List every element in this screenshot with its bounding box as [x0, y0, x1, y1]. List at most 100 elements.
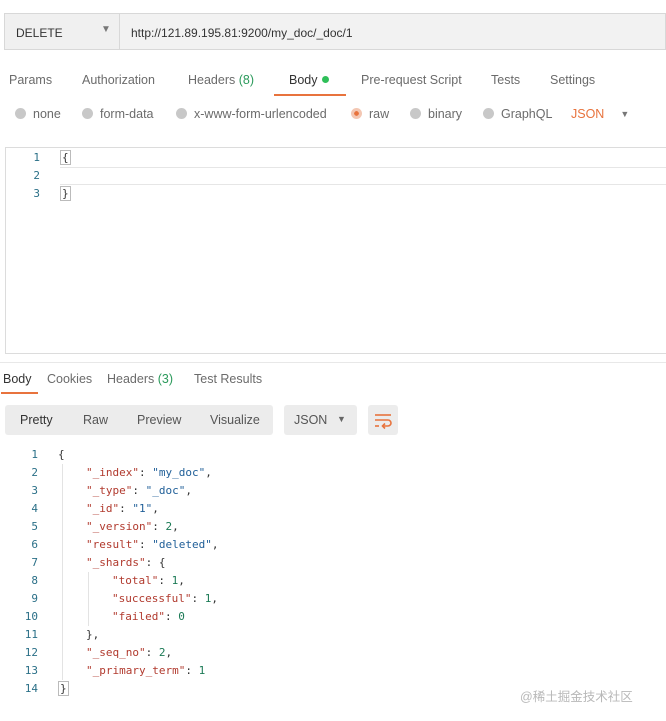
- radio-raw[interactable]: raw: [351, 107, 389, 121]
- body-indicator-dot: [321, 76, 329, 83]
- request-bar: DELETE ▼ http://121.89.195.81:9200/my_do…: [4, 13, 666, 52]
- view-pretty-button[interactable]: Pretty: [20, 413, 53, 427]
- radio-circle-icon: [483, 108, 494, 119]
- radio-graphql[interactable]: GraphQL: [483, 107, 552, 121]
- radio-label: x-www-form-urlencoded: [194, 107, 327, 121]
- json-line: "successful": 1,: [112, 592, 218, 605]
- code-line: }: [60, 186, 71, 201]
- line-number: 11: [24, 628, 38, 641]
- response-body-viewer: 1 2 3 4 5 6 7 8 9 10 11 12 13 14 { "_ind…: [0, 446, 666, 706]
- chevron-down-icon: ▼: [620, 109, 630, 119]
- radio-circle-icon: [176, 108, 187, 119]
- close-brace: }: [58, 681, 69, 696]
- headers-count: (8): [238, 73, 255, 87]
- line-number: 13: [24, 664, 38, 677]
- json-line: "_index": "my_doc",: [86, 466, 212, 479]
- wrap-lines-button[interactable]: [368, 405, 398, 435]
- tab-label: Pre-request Script: [361, 73, 462, 87]
- radio-label: form-data: [100, 107, 154, 121]
- line-number: 4: [31, 502, 38, 515]
- body-format-label: JSON: [571, 107, 605, 121]
- tab-label: Authorization: [82, 73, 155, 87]
- tab-label: Body: [289, 73, 318, 87]
- radio-none[interactable]: none: [15, 107, 61, 121]
- current-line-highlight: [60, 167, 666, 185]
- active-response-tab-underline: [1, 392, 38, 394]
- line-number: 10: [24, 610, 38, 623]
- line-number: 12: [24, 646, 38, 659]
- view-visualize-button[interactable]: Visualize: [210, 413, 260, 427]
- line-number: 1: [31, 448, 38, 461]
- radio-x-www-form-urlencoded[interactable]: x-www-form-urlencoded: [176, 107, 327, 121]
- tab-label: Settings: [550, 73, 596, 87]
- url-input[interactable]: http://121.89.195.81:9200/my_doc/_doc/1: [119, 13, 666, 50]
- response-format-select[interactable]: JSON ▼: [284, 405, 357, 435]
- tab-label: Body: [3, 372, 32, 386]
- line-number: 6: [31, 538, 38, 551]
- tab-label: Test Results: [194, 372, 263, 386]
- section-divider: [0, 362, 666, 363]
- request-body-editor[interactable]: 1 2 3 { }: [5, 147, 666, 354]
- radio-label: binary: [428, 107, 463, 121]
- tab-cookies[interactable]: Cookies: [47, 372, 92, 386]
- radio-circle-icon: [15, 108, 26, 119]
- tab-label: Headers: [107, 372, 155, 386]
- json-line: },: [86, 628, 100, 641]
- indent-guide: [62, 464, 63, 680]
- tab-response-body[interactable]: Body: [3, 372, 32, 386]
- headers-count: (3): [157, 372, 174, 386]
- watermark: @稀土掘金技术社区: [520, 690, 633, 704]
- body-type-options: none form-data x-www-form-urlencoded raw…: [0, 107, 666, 127]
- json-line: "_id": "1",: [86, 502, 159, 515]
- line-number: 7: [31, 556, 38, 569]
- response-tabs: Body Cookies Headers (3) Test Results: [0, 372, 666, 394]
- tab-test-results[interactable]: Test Results: [194, 372, 262, 386]
- view-raw-button[interactable]: Raw: [83, 413, 108, 427]
- radio-binary[interactable]: binary: [410, 107, 462, 121]
- json-line: "result": "deleted",: [86, 538, 219, 551]
- close-brace: }: [60, 186, 71, 201]
- tab-response-headers[interactable]: Headers (3): [107, 372, 173, 386]
- code-line: {: [60, 150, 71, 165]
- view-mode-segmented: Pretty Raw Preview Visualize: [5, 405, 273, 435]
- tab-headers[interactable]: Headers (8): [188, 73, 254, 87]
- radio-selected-icon: [351, 108, 362, 119]
- line-number: 2: [33, 169, 40, 182]
- method-label: DELETE: [16, 26, 63, 40]
- tab-params[interactable]: Params: [9, 73, 52, 87]
- tab-label: Cookies: [47, 372, 93, 386]
- json-line: "_primary_term": 1: [86, 664, 206, 677]
- radio-label: raw: [369, 107, 390, 121]
- view-preview-button[interactable]: Preview: [137, 413, 181, 427]
- json-line: {: [58, 448, 65, 461]
- radio-label: none: [33, 107, 61, 121]
- json-line: "_type": "_doc",: [86, 484, 192, 497]
- url-text: http://121.89.195.81:9200/my_doc/_doc/1: [131, 26, 353, 40]
- request-tabs: Params Authorization Headers (8) Body Pr…: [0, 70, 666, 96]
- line-number: 1: [33, 151, 40, 164]
- line-number: 3: [31, 484, 38, 497]
- tab-authorization[interactable]: Authorization: [82, 73, 155, 87]
- radio-label: GraphQL: [501, 107, 553, 121]
- json-line: "_shards": {: [86, 556, 166, 569]
- radio-circle-icon: [410, 108, 421, 119]
- indent-guide: [88, 572, 89, 626]
- line-number: 2: [31, 466, 38, 479]
- tab-tests[interactable]: Tests: [491, 73, 520, 87]
- wrap-lines-icon: [375, 414, 392, 430]
- tab-pre-request-script[interactable]: Pre-request Script: [361, 73, 462, 87]
- tab-label: Params: [9, 73, 53, 87]
- open-brace: {: [60, 150, 71, 165]
- radio-form-data[interactable]: form-data: [82, 107, 154, 121]
- response-format-label: JSON: [294, 413, 328, 427]
- tab-settings[interactable]: Settings: [550, 73, 595, 87]
- tab-body[interactable]: Body: [289, 73, 329, 87]
- method-select[interactable]: DELETE ▼: [4, 13, 119, 50]
- json-line: "total": 1,: [112, 574, 185, 587]
- json-line: "failed": 0: [112, 610, 185, 623]
- active-tab-underline: [274, 94, 346, 96]
- body-format-select[interactable]: JSON ▼: [571, 107, 629, 121]
- line-number: 14: [24, 682, 38, 695]
- json-line: "_version": 2,: [86, 520, 179, 533]
- line-number: 8: [31, 574, 38, 587]
